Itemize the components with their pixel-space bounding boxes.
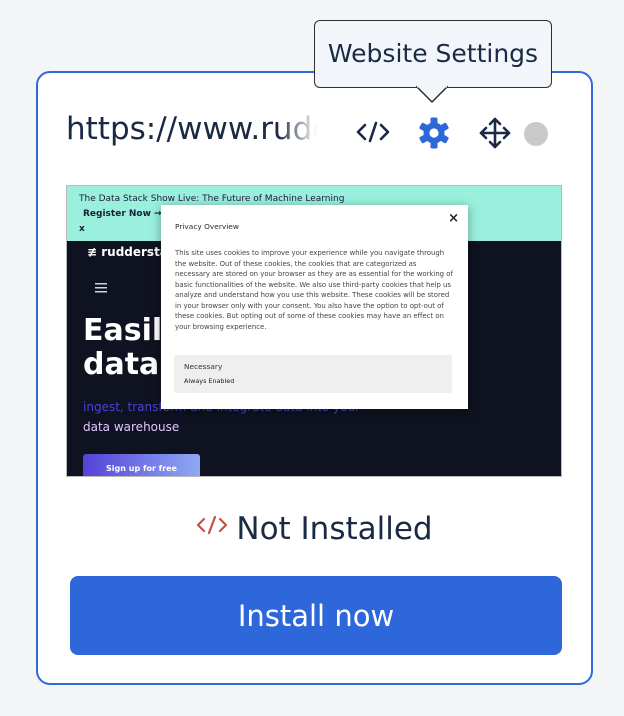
privacy-modal-necessary-row: Necessary Always Enabled	[174, 355, 452, 393]
necessary-label: Necessary	[184, 362, 223, 371]
gear-icon[interactable]	[417, 116, 451, 150]
preview-signup-button: Sign up for free	[83, 454, 200, 476]
preview-banner-register: Register Now →	[83, 209, 162, 219]
website-card: https://www.rudderstack.com	[36, 71, 593, 685]
website-settings-tooltip: Website Settings	[314, 20, 552, 88]
preview-logo-mark-icon: ≢	[87, 245, 102, 259]
code-icon[interactable]	[356, 119, 390, 145]
privacy-modal-body: This site uses cookies to improve your e…	[175, 249, 453, 331]
status-dot	[524, 122, 548, 146]
website-preview: The Data Stack Show Live: The Future of …	[66, 185, 562, 477]
privacy-modal-close-icon: ×	[448, 211, 459, 226]
install-now-button[interactable]: Install now	[70, 576, 562, 655]
necessary-status: Always Enabled	[184, 377, 235, 385]
install-status: Not Installed	[38, 511, 591, 547]
website-url: https://www.rudderstack.com	[66, 109, 324, 149]
install-status-text: Not Installed	[236, 511, 433, 547]
preview-banner-title: The Data Stack Show Live: The Future of …	[79, 194, 345, 204]
preview-hero-subtitle-2: data warehouse	[83, 420, 180, 434]
url-fade-overlay	[278, 109, 324, 149]
move-icon[interactable]	[478, 116, 512, 150]
preview-privacy-modal: Privacy Overview × This site uses cookie…	[161, 205, 468, 409]
preview-banner-close: x	[79, 224, 85, 234]
privacy-modal-title: Privacy Overview	[175, 222, 239, 231]
preview-menu-icon	[95, 283, 107, 293]
not-installed-code-icon	[197, 515, 228, 535]
tooltip-arrow	[416, 86, 448, 104]
